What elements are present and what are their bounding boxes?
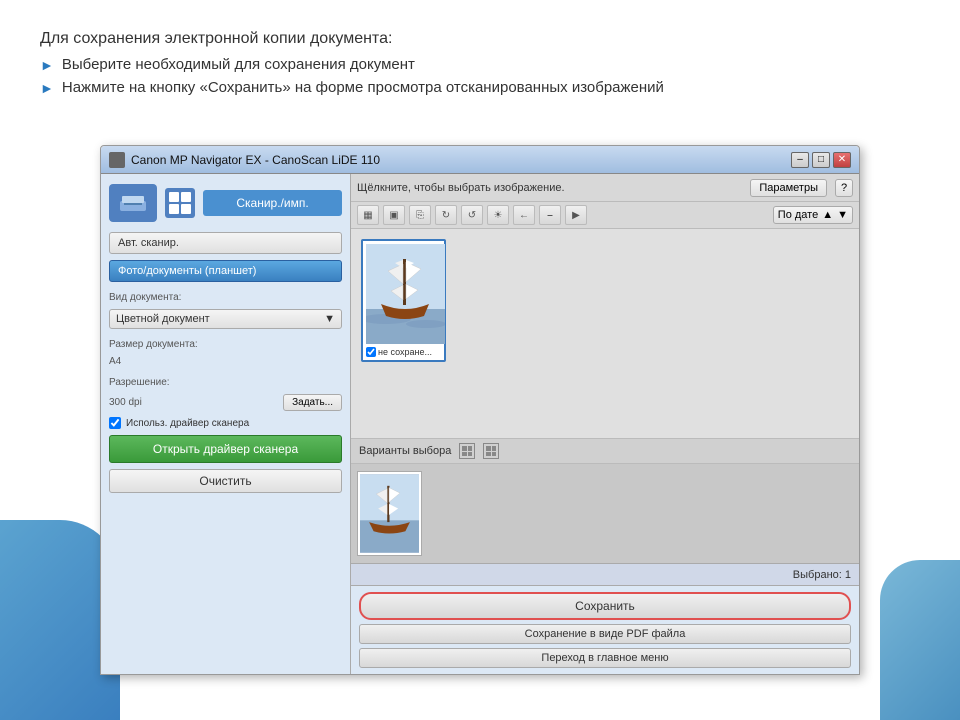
clear-button[interactable]: Очистить: [109, 469, 342, 493]
sort-expand-icon: ▼: [837, 209, 848, 221]
use-driver-row: Использ. драйвер сканера: [109, 417, 342, 429]
photo-docs-button[interactable]: Фото/документы (планшет): [109, 260, 342, 282]
thumbnail-text: не сохране...: [378, 347, 432, 357]
doc-type-label: Вид документа:: [109, 292, 342, 303]
help-button[interactable]: ?: [835, 179, 853, 197]
bottom-thumbnails-strip: [351, 463, 859, 563]
tool-rotate2-icon[interactable]: ↺: [461, 205, 483, 225]
variants-label: Варианты выбора: [359, 445, 451, 457]
left-panel: Сканир./имп. Авт. сканир. Фото/документы…: [101, 174, 351, 674]
doc-type-dropdown[interactable]: Цветной документ ▼: [109, 309, 342, 329]
thumbnail-label: не сохране...: [366, 347, 441, 357]
save-pdf-button[interactable]: Сохранение в виде PDF файла: [359, 624, 851, 644]
thumbnails-area[interactable]: не сохране...: [351, 229, 859, 438]
app-window: Canon MP Navigator EX - CanoScan LiDE 11…: [100, 145, 860, 675]
instruction-heading: Для сохранения электронной копии докумен…: [40, 30, 920, 48]
size-label: Размер документа:: [109, 339, 342, 350]
window-title: Canon MP Navigator EX - CanoScan LiDE 11…: [131, 153, 791, 167]
close-button[interactable]: ✕: [833, 152, 851, 168]
window-body: Сканир./имп. Авт. сканир. Фото/документы…: [101, 174, 859, 674]
params-button[interactable]: Параметры: [750, 179, 827, 197]
scanner-icon: [109, 184, 157, 222]
right-toolbar2: ▦ ▣ ⎘ ↻ ↺ ☀ ← ⎯ ▶ По дате ▲ ▼: [351, 202, 859, 229]
tool-photo-icon[interactable]: ▶: [565, 205, 587, 225]
use-driver-checkbox[interactable]: [109, 417, 121, 429]
bullet-text-1: Выберите необходимый для сохранения доку…: [62, 56, 415, 73]
open-driver-button[interactable]: Открыть драйвер сканера: [109, 435, 342, 463]
resolution-label: Разрешение:: [109, 377, 342, 388]
right-toolbar: Щёлкните, чтобы выбрать изображение. Пар…: [351, 174, 859, 202]
variant-list-icon: [483, 443, 499, 459]
tool-arrow-icon[interactable]: ←: [513, 205, 535, 225]
app-icon: [109, 152, 125, 168]
tool-line-icon[interactable]: ⎯: [539, 205, 561, 225]
sort-label: По дате: [778, 209, 818, 221]
status-bar: Выбрано: 1: [351, 563, 859, 585]
chevron-down-icon: ▼: [324, 313, 335, 325]
resolution-row: 300 dpi Задать...: [109, 394, 342, 411]
content-area: Для сохранения электронной копии докумен…: [0, 0, 960, 122]
save-button[interactable]: Сохранить: [359, 592, 851, 620]
thumbnail-image: [366, 244, 445, 344]
variants-bar: Варианты выбора: [351, 438, 859, 463]
doc-type-value: Цветной документ: [116, 313, 210, 325]
right-panel: Щёлкните, чтобы выбрать изображение. Пар…: [351, 174, 859, 674]
auto-scan-button[interactable]: Авт. сканир.: [109, 232, 342, 254]
thumbnail-item[interactable]: не сохране...: [361, 239, 446, 362]
tool-select-icon[interactable]: ▣: [383, 205, 405, 225]
tool-rotate-icon[interactable]: ↻: [435, 205, 457, 225]
bg-decoration-right: [880, 560, 960, 720]
sort-dropdown[interactable]: По дате ▲ ▼: [773, 206, 853, 224]
window-controls: – □ ✕: [791, 152, 851, 168]
sort-arrow-up-icon: ▲: [822, 209, 833, 221]
bullet-text-2: Нажмите на кнопку «Сохранить» на форме п…: [62, 79, 664, 96]
toolbar-hint: Щёлкните, чтобы выбрать изображение.: [357, 182, 565, 194]
bottom-buttons-area: Сохранить Сохранение в виде PDF файла Пе…: [351, 585, 859, 674]
bottom-thumbnail-item[interactable]: [357, 471, 422, 556]
toolbar-right-area: Параметры ?: [750, 179, 853, 197]
bottom-thumbnail-image: [360, 474, 419, 553]
bullet-arrow-2: ►: [40, 80, 54, 96]
tool-image-icon[interactable]: ☀: [487, 205, 509, 225]
size-value: A4: [109, 356, 121, 367]
home-button[interactable]: Переход в главное меню: [359, 648, 851, 668]
scan-label-button[interactable]: Сканир./имп.: [203, 190, 342, 216]
tool-copy-icon[interactable]: ⎘: [409, 205, 431, 225]
title-bar: Canon MP Navigator EX - CanoScan LiDE 11…: [101, 146, 859, 174]
grid-icon: [165, 188, 195, 218]
use-driver-label: Использ. драйвер сканера: [126, 418, 249, 429]
bullet-arrow-1: ►: [40, 57, 54, 73]
scanner-icon-area: Сканир./имп.: [109, 184, 342, 222]
maximize-button[interactable]: □: [812, 152, 830, 168]
variant-grid-icon: [459, 443, 475, 459]
minimize-button[interactable]: –: [791, 152, 809, 168]
selected-count: Выбрано: 1: [793, 569, 851, 581]
bullet-item-1: ► Выберите необходимый для сохранения до…: [40, 56, 920, 73]
tool-grid-icon[interactable]: ▦: [357, 205, 379, 225]
bullet-item-2: ► Нажмите на кнопку «Сохранить» на форме…: [40, 79, 920, 96]
zadать-button[interactable]: Задать...: [283, 394, 342, 411]
size-row: A4: [109, 356, 342, 367]
resolution-value: 300 dpi: [109, 397, 142, 408]
thumbnail-checkbox[interactable]: [366, 347, 376, 357]
